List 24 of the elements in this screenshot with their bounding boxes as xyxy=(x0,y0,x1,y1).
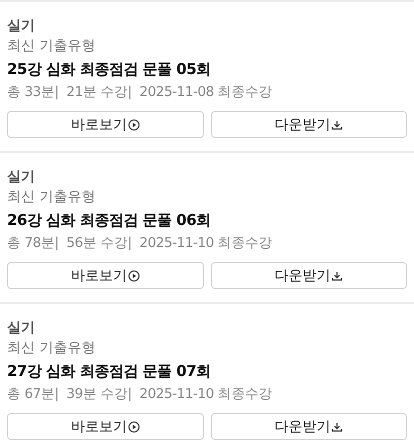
lecture-meta: 총 67분| 39분 수강| 2025-11-10 최종수강 xyxy=(7,385,274,404)
lecture-title: 26강 심화 최종점검 문풀 06회 xyxy=(7,210,212,231)
category-label: 실기 xyxy=(7,17,36,36)
download-icon xyxy=(331,118,344,130)
download-button[interactable]: 다운받기 xyxy=(210,111,407,138)
play-icon xyxy=(128,270,140,282)
download-button[interactable]: 다운받기 xyxy=(210,413,407,440)
subtitle: 최신 기출유형 xyxy=(7,188,96,207)
download-icon xyxy=(331,420,344,432)
view-button[interactable]: 바로보기 xyxy=(7,413,204,440)
lecture-meta: 총 33분| 21분 수강| 2025-11-08 최종수강 xyxy=(7,83,274,102)
view-button[interactable]: 바로보기 xyxy=(7,111,204,138)
category-label: 실기 xyxy=(7,319,36,338)
download-button[interactable]: 다운받기 xyxy=(210,262,407,289)
play-icon xyxy=(128,118,140,130)
category-label: 실기 xyxy=(7,168,36,187)
subtitle: 최신 기출유형 xyxy=(7,339,96,358)
view-button[interactable]: 바로보기 xyxy=(7,262,204,289)
play-icon xyxy=(128,420,140,432)
download-icon xyxy=(331,270,344,282)
lecture-title: 27강 심화 최종점검 문풀 07회 xyxy=(7,361,212,382)
subtitle: 최신 기출유형 xyxy=(7,37,96,56)
lecture-title: 25강 심화 최종점검 문풀 05회 xyxy=(7,59,212,80)
lecture-meta: 총 78분| 56분 수강| 2025-11-10 최종수강 xyxy=(7,234,274,253)
